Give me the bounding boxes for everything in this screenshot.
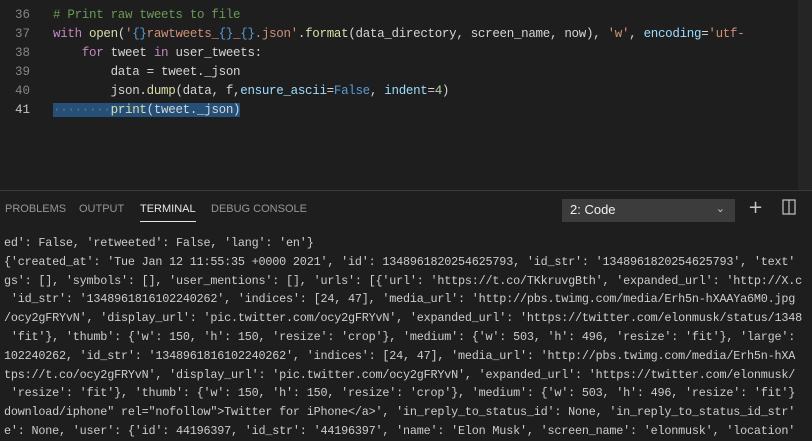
code-token: , [629, 27, 644, 41]
code-token: . [297, 27, 306, 41]
code-token: ensure_ascii [240, 84, 327, 98]
code-token: , [369, 84, 385, 98]
terminal-select-value: 2: Code [570, 202, 616, 217]
code-line[interactable]: # Print raw tweets to file [53, 8, 241, 22]
terminal-line: gs': [], 'symbols': [], 'user_mentions':… [4, 273, 802, 288]
code-token: tweet [103, 46, 154, 60]
code-token: json. [53, 84, 147, 98]
terminal-line: 'fit'}, 'thumb': {'w': 150, 'h': 150, 'r… [4, 329, 796, 344]
editor-scrollbar[interactable] [798, 0, 812, 190]
line-number: 36 [14, 8, 30, 22]
code-token: # Print raw tweets to file [53, 8, 241, 22]
code-token: for [81, 46, 104, 60]
code-editor[interactable]: 36 # Print raw tweets to file 37 with open(… [0, 0, 812, 190]
code-token: format [305, 27, 349, 41]
code-token: 'utf- [708, 27, 745, 41]
code-token: .json' [254, 27, 299, 41]
chevron-down-icon: ⌄ [715, 203, 725, 215]
tab-output[interactable]: OUTPUT [79, 203, 124, 215]
code-token: {} [132, 27, 147, 41]
line-number: 38 [14, 46, 30, 60]
line-number: 40 [14, 84, 30, 98]
code-token: {} [240, 27, 255, 41]
code-line[interactable]: for tweet in user_tweets: [53, 46, 262, 60]
terminal-line: 102240262, 'id_str': '134896181610224026… [4, 348, 796, 363]
code-line[interactable]: json.dump(data, f,ensure_ascii=False, in… [53, 84, 450, 98]
code-token: encoding [643, 27, 702, 41]
code-token: (data_directory, screen_name, now), [348, 27, 608, 41]
code-token: (tweet._json) [146, 103, 241, 117]
code-token: user_tweets: [168, 46, 262, 60]
code-token: with [53, 27, 90, 41]
code-token: (data, f, [175, 84, 241, 98]
terminal-line: 'resize': 'fit'}, 'thumb': {'w': 150, 'h… [4, 386, 796, 401]
line-number: 37 [14, 27, 30, 41]
code-token: dump [146, 84, 176, 98]
code-line[interactable]: ········print(tweet._json) [53, 103, 241, 117]
terminal-output[interactable]: ed': False, 'retweeted': False, 'lang': … [4, 234, 802, 441]
plus-icon[interactable]: + [748, 197, 763, 218]
line-number: 41 [14, 103, 30, 117]
code-token: rawtweets_ [146, 27, 219, 41]
code-line[interactable]: data = tweet._json [53, 65, 241, 79]
terminal-line: 'id_str': '1348961816102240262', 'indice… [4, 292, 796, 307]
code-token: ) [441, 84, 450, 98]
bottom-panel: PROBLEMS OUTPUT TERMINAL DEBUG CONSOLE 2… [0, 190, 812, 438]
terminal-line: /ocy2gFRYvN', 'display_url': 'pic.twitte… [4, 311, 802, 326]
code-token: = [326, 84, 335, 98]
code-token: data = tweet._json [53, 65, 241, 79]
code-token: ( [117, 27, 126, 41]
terminal-line: ed': False, 'retweeted': False, 'lang': … [4, 236, 314, 250]
code-token: ········ [53, 103, 111, 117]
code-token: in [153, 46, 169, 60]
terminal-select[interactable]: 2: Code ⌄ [562, 199, 735, 222]
terminal-line: {'created_at': 'Tue Jan 12 11:55:35 +000… [4, 254, 796, 269]
tab-debug-console[interactable]: DEBUG CONSOLE [211, 203, 307, 215]
code-token: 'w' [607, 27, 630, 41]
terminal-line: download/iphone" rel="nofollow">Twitter … [4, 405, 796, 420]
code-line[interactable]: with open('{}rawtweets_{}_{}.json'.forma… [53, 27, 745, 41]
split-icon[interactable] [782, 199, 796, 220]
code-token: False [333, 84, 370, 98]
terminal-line: e': None, 'user': {'id': 44196397, 'id_s… [4, 423, 796, 438]
tab-problems[interactable]: PROBLEMS [5, 203, 66, 215]
code-token: indent [384, 84, 428, 98]
line-number: 39 [14, 65, 30, 79]
code-token: open [89, 27, 118, 41]
code-token: {} [218, 27, 234, 41]
terminal-line: tps://t.co/ocy2gFRYvN', 'display_url': '… [4, 367, 796, 382]
code-token: 4 [434, 84, 443, 98]
code-token: = [427, 84, 436, 98]
tab-terminal[interactable]: TERMINAL [140, 203, 196, 222]
code-token: print [110, 103, 147, 117]
